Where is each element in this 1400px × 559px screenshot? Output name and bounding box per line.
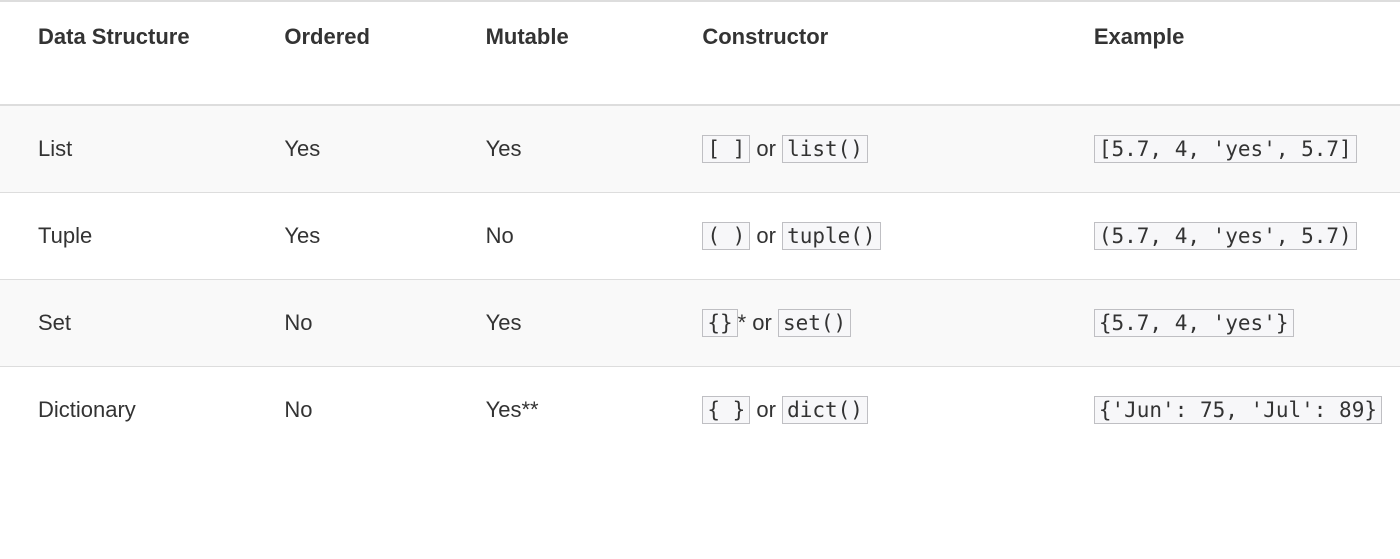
data-structures-table: Data Structure Ordered Mutable Construct… <box>0 0 1400 453</box>
mutable-value: Yes <box>486 136 522 161</box>
or-text: or <box>750 397 782 422</box>
cell-ordered: No <box>246 367 447 454</box>
header-constructor: Constructor <box>664 1 1034 105</box>
example-code: {5.7, 4, 'yes'} <box>1094 309 1294 337</box>
mutable-note: ** <box>521 397 538 422</box>
header-ordered: Ordered <box>246 1 447 105</box>
cell-example: [5.7, 4, 'yes', 5.7] <box>1034 105 1400 193</box>
page-container: Data Structure Ordered Mutable Construct… <box>0 0 1400 453</box>
cell-mutable: Yes** <box>448 367 665 454</box>
mutable-value: Yes <box>486 397 522 422</box>
constructor-literal: [ ] <box>702 135 750 163</box>
mutable-value: No <box>486 223 514 248</box>
example-code: {'Jun': 75, 'Jul': 89} <box>1094 396 1382 424</box>
constructor-literal: { } <box>702 396 750 424</box>
or-text: or <box>746 310 778 335</box>
constructor-function: set() <box>778 309 851 337</box>
cell-name: Dictionary <box>0 367 246 454</box>
cell-constructor: {}* or set() <box>664 280 1034 367</box>
cell-constructor: ( ) or tuple() <box>664 193 1034 280</box>
cell-name: Set <box>0 280 246 367</box>
constructor-function: tuple() <box>782 222 881 250</box>
table-row: Tuple Yes No ( ) or tuple() (5.7, 4, 'ye… <box>0 193 1400 280</box>
mutable-value: Yes <box>486 310 522 335</box>
cell-name: List <box>0 105 246 193</box>
table-header-row: Data Structure Ordered Mutable Construct… <box>0 1 1400 105</box>
header-mutable: Mutable <box>448 1 665 105</box>
example-code: [5.7, 4, 'yes', 5.7] <box>1094 135 1357 163</box>
header-example: Example <box>1034 1 1400 105</box>
cell-ordered: Yes <box>246 193 447 280</box>
cell-ordered: No <box>246 280 447 367</box>
table-row: List Yes Yes [ ] or list() [5.7, 4, 'yes… <box>0 105 1400 193</box>
cell-name: Tuple <box>0 193 246 280</box>
constructor-function: list() <box>782 135 868 163</box>
constructor-literal: {} <box>702 309 737 337</box>
cell-constructor: [ ] or list() <box>664 105 1034 193</box>
constructor-function: dict() <box>782 396 868 424</box>
cell-mutable: No <box>448 193 665 280</box>
cell-example: {'Jun': 75, 'Jul': 89} <box>1034 367 1400 454</box>
cell-mutable: Yes <box>448 105 665 193</box>
or-text: or <box>750 223 782 248</box>
example-code: (5.7, 4, 'yes', 5.7) <box>1094 222 1357 250</box>
constructor-note: * <box>738 310 747 335</box>
cell-example: {5.7, 4, 'yes'} <box>1034 280 1400 367</box>
cell-constructor: { } or dict() <box>664 367 1034 454</box>
table-body: List Yes Yes [ ] or list() [5.7, 4, 'yes… <box>0 105 1400 453</box>
table-header: Data Structure Ordered Mutable Construct… <box>0 1 1400 105</box>
or-text: or <box>750 136 782 161</box>
cell-ordered: Yes <box>246 105 447 193</box>
cell-mutable: Yes <box>448 280 665 367</box>
header-data-structure: Data Structure <box>0 1 246 105</box>
constructor-literal: ( ) <box>702 222 750 250</box>
table-row: Set No Yes {}* or set() {5.7, 4, 'yes'} <box>0 280 1400 367</box>
cell-example: (5.7, 4, 'yes', 5.7) <box>1034 193 1400 280</box>
table-row: Dictionary No Yes** { } or dict() {'Jun'… <box>0 367 1400 454</box>
